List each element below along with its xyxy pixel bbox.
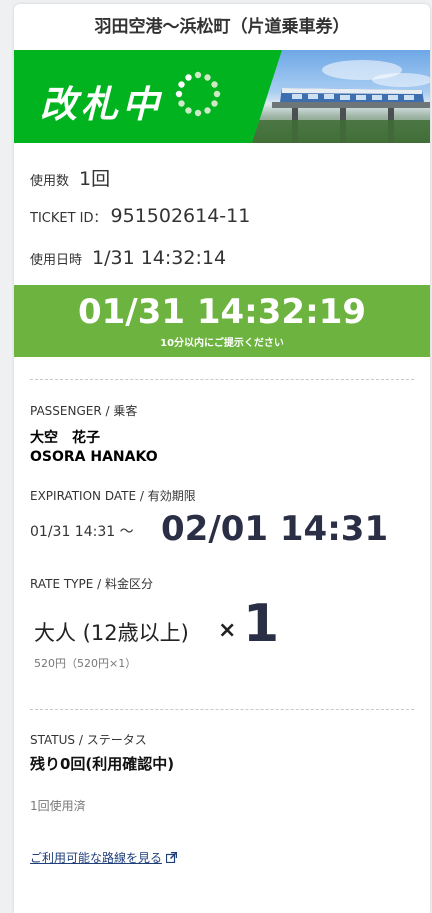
- rate-type-label: RATE TYPE / 料金区分: [30, 577, 154, 591]
- ticket-id-value: 951502614-11: [110, 205, 251, 227]
- divider: [30, 379, 414, 380]
- divider: [30, 709, 414, 710]
- status-used-count: 1回使用済: [30, 799, 86, 813]
- gate-status-text: 改札中: [40, 83, 163, 126]
- usage-count-row: 使用数 1回: [30, 164, 110, 191]
- presentation-timer: 01/31 14:32:19 10分以内にご提示ください: [14, 285, 430, 357]
- expiration-label: EXPIRATION DATE / 有効期限: [30, 489, 196, 503]
- expiration-to: 02/01 14:31: [161, 509, 389, 549]
- loading-spinner-icon: [175, 71, 221, 117]
- ticket-id-row: TICKET ID： 951502614-11: [30, 205, 250, 227]
- ticket-title: 羽田空港〜浜松町（片道乗車券）: [94, 17, 350, 37]
- rate-type-value: 大人 (12歳以上): [34, 621, 189, 645]
- status-label: STATUS / ステータス: [30, 733, 147, 747]
- multiply-sign: ×: [218, 618, 237, 643]
- monorail-photo: [252, 50, 430, 143]
- price-breakdown: 520円（520円×1）: [34, 657, 137, 670]
- ticket-quantity: 1: [243, 594, 280, 654]
- external-link-icon: [166, 852, 178, 863]
- current-time: 01/31 14:32:19: [77, 292, 367, 332]
- status-banner: 改札中: [14, 50, 430, 143]
- available-routes-link[interactable]: ご利用可能な路線を見る: [30, 849, 178, 866]
- usage-count-value: 1回: [79, 168, 111, 190]
- expiration-from: 01/31 14:31 〜: [30, 524, 134, 540]
- usage-count-label: 使用数: [30, 174, 70, 189]
- used-at-row: 使用日時 1/31 14:32:14: [30, 247, 226, 269]
- passenger-name-jp: 大空 花子: [30, 430, 100, 446]
- used-at-value: 1/31 14:32:14: [92, 247, 227, 269]
- passenger-name-en: OSORA HANAKO: [30, 449, 158, 465]
- status-value: 残り0回(利用確認中): [30, 755, 175, 773]
- timer-note: 10分以内にご提示ください: [160, 338, 284, 349]
- ticket-id-label: TICKET ID：: [30, 211, 107, 226]
- used-at-label: 使用日時: [30, 253, 83, 268]
- available-routes-link-text: ご利用可能な路線を見る: [30, 851, 163, 865]
- passenger-label: PASSENGER / 乗客: [30, 404, 138, 418]
- ticket-card: 羽田空港〜浜松町（片道乗車券） 改札中 使用数 1回 TICKET ID： 95…: [14, 4, 430, 913]
